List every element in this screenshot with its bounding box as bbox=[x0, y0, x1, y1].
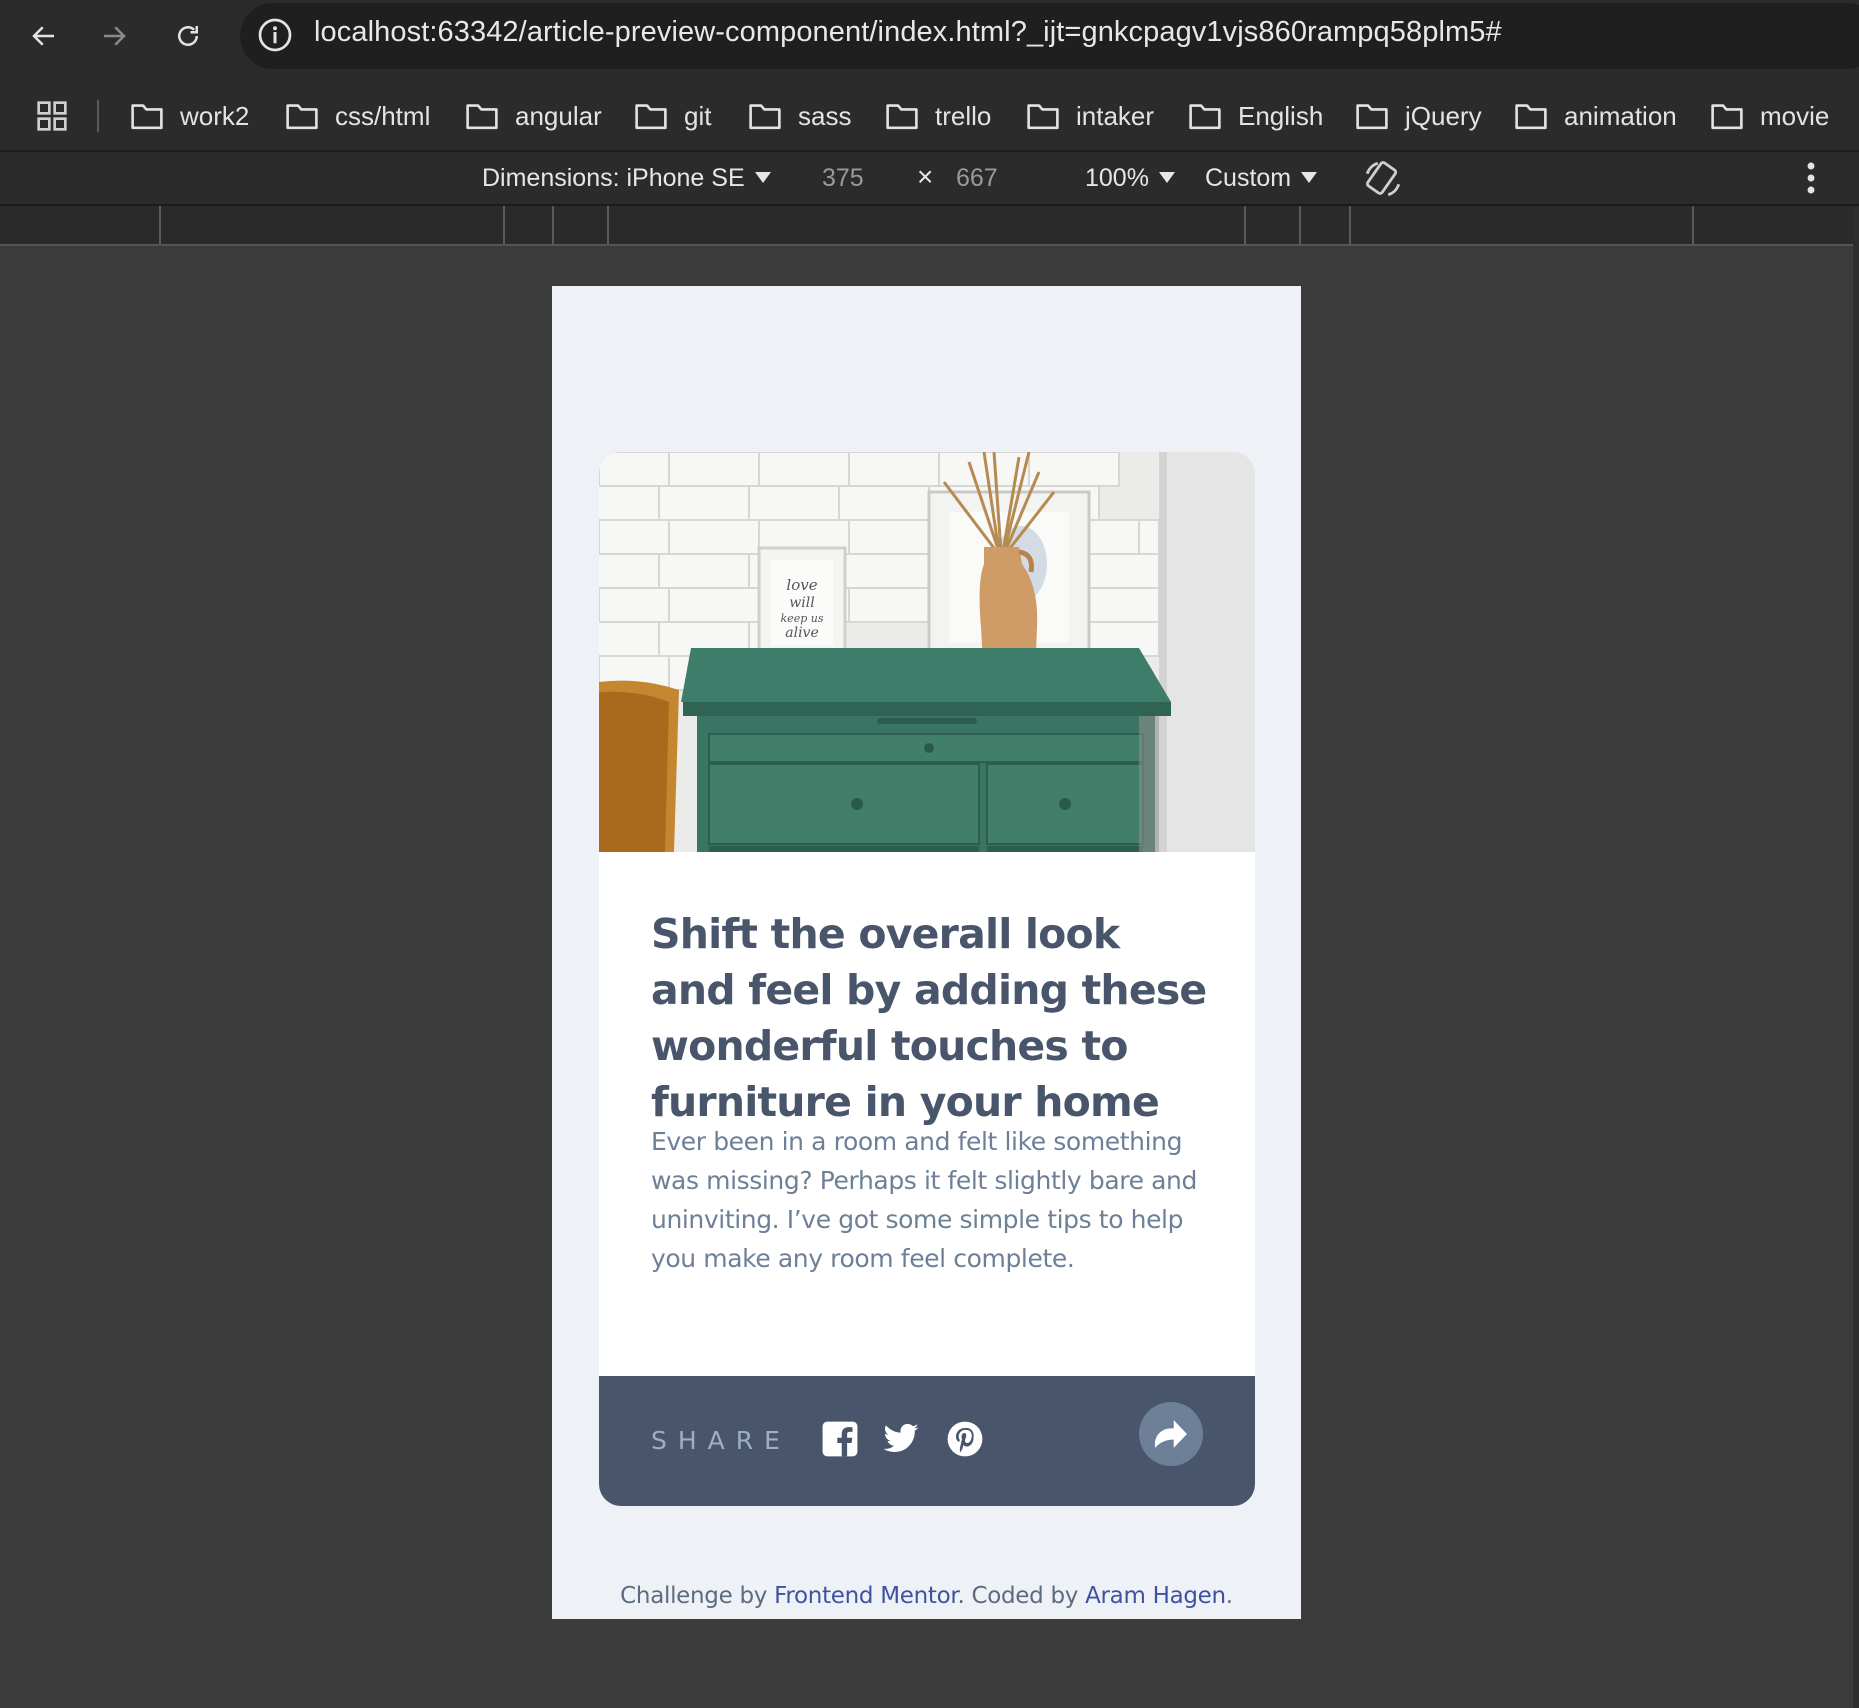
zoom-label: 100% bbox=[1085, 164, 1149, 192]
chevron-down-icon bbox=[754, 171, 771, 183]
bookmark-work2[interactable]: work2 bbox=[130, 97, 249, 135]
bookmark-label: css/html bbox=[335, 100, 431, 131]
svg-text:alive: alive bbox=[785, 625, 819, 641]
throttle-dropdown[interactable]: Custom bbox=[1205, 164, 1318, 193]
back-button[interactable] bbox=[22, 14, 66, 58]
arrow-right-icon bbox=[104, 26, 126, 46]
folder-icon bbox=[886, 104, 918, 130]
height-input[interactable]: 667 bbox=[956, 164, 998, 193]
ruler-tick bbox=[503, 206, 505, 244]
bookmark-label: movie bbox=[1760, 100, 1830, 131]
times-symbol: × bbox=[917, 161, 934, 192]
svg-text:will: will bbox=[789, 595, 814, 611]
pinterest-icon[interactable] bbox=[946, 1420, 984, 1458]
folder-icon bbox=[1189, 104, 1221, 130]
attribution-prefix: Challenge by bbox=[620, 1583, 775, 1609]
url-text[interactable]: localhost:63342/article-preview-componen… bbox=[314, 16, 1502, 49]
ruler-tick bbox=[159, 206, 161, 244]
width-input[interactable]: 375 bbox=[822, 164, 864, 193]
bookmark-label: jQuery bbox=[1405, 100, 1482, 131]
forward-button[interactable] bbox=[92, 14, 136, 58]
chevron-down-icon bbox=[1301, 171, 1318, 183]
folder-icon bbox=[131, 104, 163, 130]
folder-icon bbox=[1711, 104, 1743, 130]
folder-icon bbox=[1027, 104, 1059, 130]
apps-grid-icon[interactable] bbox=[36, 100, 68, 132]
bookmark-label: work2 bbox=[180, 100, 250, 131]
share-button[interactable] bbox=[1139, 1402, 1203, 1466]
rotate-icon[interactable] bbox=[1362, 158, 1404, 200]
zoom-dropdown[interactable]: 100% bbox=[1085, 164, 1175, 193]
bookmark-label: English bbox=[1238, 100, 1324, 131]
attribution-middle: . Coded by bbox=[957, 1583, 1086, 1609]
device-viewport: love will keep us alive Shift the overal… bbox=[552, 286, 1301, 1619]
bookmark-css-html[interactable]: css/html bbox=[285, 97, 430, 135]
share-arrow-icon bbox=[1155, 1420, 1187, 1448]
reload-button[interactable] bbox=[166, 14, 210, 58]
bookmark-label: git bbox=[684, 100, 712, 131]
folder-icon bbox=[1356, 104, 1388, 130]
info-icon[interactable] bbox=[257, 17, 293, 53]
more-options-icon[interactable] bbox=[1800, 160, 1822, 196]
share-label: SHARE bbox=[651, 1426, 791, 1455]
arrow-left-icon bbox=[32, 26, 54, 46]
bookmark-label: intaker bbox=[1076, 100, 1155, 131]
bookmark-movie[interactable]: movie bbox=[1710, 97, 1829, 135]
bookmark-label: animation bbox=[1564, 100, 1677, 131]
chevron-down-icon bbox=[1158, 171, 1175, 183]
svg-text:keep us: keep us bbox=[781, 612, 824, 625]
ruler-tick bbox=[1692, 206, 1694, 244]
throttle-label: Custom bbox=[1205, 164, 1292, 192]
author-link[interactable]: Aram Hagen bbox=[1085, 1583, 1226, 1609]
bookmark-intaker[interactable]: intaker bbox=[1026, 97, 1154, 135]
bookmark-english[interactable]: English bbox=[1188, 97, 1323, 135]
bookmark-jquery[interactable]: jQuery bbox=[1355, 97, 1482, 135]
bookmark-angular[interactable]: angular bbox=[465, 97, 602, 135]
viewport-scrollbar[interactable] bbox=[1853, 206, 1859, 1708]
ruler-tick bbox=[1299, 206, 1301, 244]
bookmark-animation[interactable]: animation bbox=[1514, 97, 1677, 135]
media-query-ruler[interactable] bbox=[0, 206, 1859, 246]
dimensions-dropdown[interactable]: Dimensions: iPhone SE bbox=[482, 164, 771, 193]
bookmark-git[interactable]: git bbox=[634, 97, 711, 135]
facebook-icon[interactable] bbox=[821, 1420, 859, 1458]
bookmark-label: angular bbox=[515, 100, 602, 131]
folder-icon bbox=[286, 104, 318, 130]
ruler-tick bbox=[552, 206, 554, 244]
article-card: love will keep us alive Shift the overal… bbox=[599, 452, 1255, 1506]
bookmark-label: trello bbox=[935, 100, 992, 131]
bookmarks-separator bbox=[97, 100, 99, 132]
frontend-mentor-link[interactable]: Frontend Mentor bbox=[774, 1583, 958, 1609]
attribution-suffix: . bbox=[1225, 1583, 1233, 1609]
reload-icon bbox=[178, 26, 198, 46]
article-description: Ever been in a room and felt like someth… bbox=[651, 1127, 1197, 1273]
folder-icon bbox=[466, 104, 498, 130]
folder-icon bbox=[749, 104, 781, 130]
ruler-tick bbox=[1244, 206, 1246, 244]
share-bar: SHARE bbox=[599, 1376, 1255, 1506]
ruler-tick bbox=[1349, 206, 1351, 244]
bookmark-label: sass bbox=[798, 100, 852, 131]
attribution: Challenge by Frontend Mentor. Coded by A… bbox=[552, 1583, 1301, 1609]
ruler-tick bbox=[607, 206, 609, 244]
twitter-icon[interactable] bbox=[882, 1420, 920, 1458]
folder-icon bbox=[635, 104, 667, 130]
bookmark-sass[interactable]: sass bbox=[748, 97, 851, 135]
article-title: Shift the overall look and feel by addin… bbox=[651, 910, 1207, 1126]
article-image: love will keep us alive bbox=[599, 452, 1255, 852]
svg-text:love: love bbox=[786, 576, 817, 594]
bookmark-trello[interactable]: trello bbox=[885, 97, 991, 135]
folder-icon bbox=[1515, 104, 1547, 130]
dimensions-label: Dimensions: iPhone SE bbox=[482, 164, 745, 192]
